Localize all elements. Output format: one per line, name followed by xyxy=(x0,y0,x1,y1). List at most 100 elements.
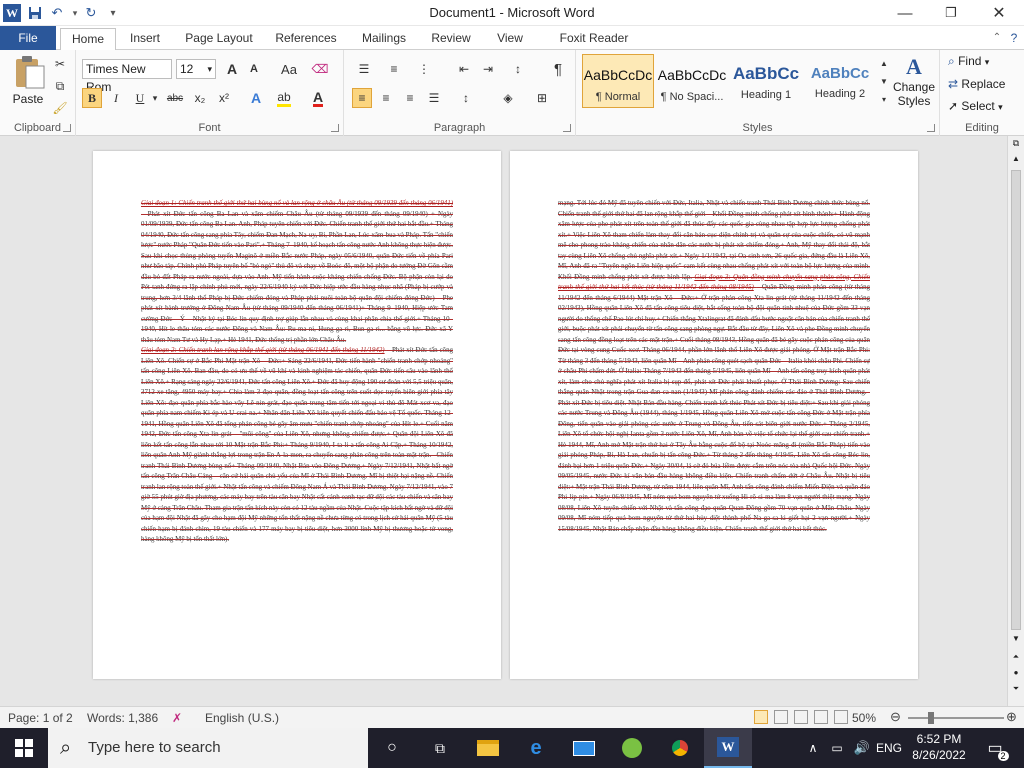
styles-scroll-up-icon[interactable]: ▲ xyxy=(878,54,890,72)
tab-references[interactable]: References xyxy=(270,28,342,50)
bullets-icon[interactable]: ☰ xyxy=(354,59,374,79)
text-effects-icon[interactable]: A xyxy=(246,88,266,108)
document-page-1[interactable]: Giai đoạn 1: Chiến tranh thế giới thứ ha… xyxy=(93,151,501,679)
volume-icon[interactable]: 🔊 xyxy=(850,728,874,768)
word-app-icon[interactable]: W xyxy=(3,4,21,22)
copy-icon[interactable]: ⧉ xyxy=(50,76,70,96)
full-screen-reading-view-icon[interactable] xyxy=(774,710,788,724)
restore-button[interactable]: ❐ xyxy=(928,0,974,26)
bold-button[interactable]: B xyxy=(82,88,102,108)
style-normal[interactable]: AaBbCcDc ¶ Normal xyxy=(582,54,654,108)
tab-foxit-reader-pdf[interactable]: Foxit Reader PDF xyxy=(546,28,642,65)
font-launcher-icon[interactable] xyxy=(331,124,339,132)
numbering-icon[interactable]: ≡ xyxy=(384,59,404,79)
undo-icon[interactable]: ↶ xyxy=(48,4,66,22)
strikethrough-button[interactable]: abc xyxy=(164,88,186,108)
file-explorer-icon[interactable] xyxy=(464,728,512,768)
shading-icon[interactable]: ◈ xyxy=(498,88,518,108)
zoom-slider-thumb[interactable] xyxy=(928,712,934,724)
page-1-paragraph-2[interactable]: Giai đoạn 2: Chiến tranh lan rộng khắp t… xyxy=(141,346,453,546)
edge-browser-icon[interactable]: e xyxy=(512,728,560,768)
page-2-text-1[interactable]: mạng. Tới lúc đó Mỹ đã tuyên chiến với Đ… xyxy=(558,200,870,281)
format-painter-icon[interactable]: 🖌 xyxy=(50,98,70,118)
network-icon[interactable]: ▭ xyxy=(826,728,848,768)
styles-scroll-down-icon[interactable]: ▼ xyxy=(878,72,890,90)
print-layout-view-icon[interactable] xyxy=(754,710,768,724)
page-1-heading-2[interactable]: Giai đoạn 2: Chiến tranh lan rộng khắp t… xyxy=(141,347,385,354)
zoom-in-icon[interactable]: ⊕ xyxy=(1006,709,1017,725)
font-name-combo[interactable]: Times New Rom xyxy=(82,59,172,94)
font-size-combo[interactable]: 12 ▾ xyxy=(176,59,216,79)
line-spacing-icon[interactable]: ↕ xyxy=(456,88,476,108)
styles-more-icon[interactable]: ▾ xyxy=(878,90,890,108)
page-1-text-1[interactable]: – Phát xít Đức tấn công Ba Lan và xâm ch… xyxy=(141,211,453,344)
minimize-ribbon-icon[interactable]: ⌃ xyxy=(990,28,1004,50)
page-1-paragraph-1[interactable]: Giai đoạn 1: Chiến tranh thế giới thứ ha… xyxy=(141,199,453,346)
shrink-font-button[interactable]: A xyxy=(244,59,264,79)
page-2-text-2[interactable]: – Quân Đồng minh phản công (từ tháng 11/… xyxy=(558,284,870,533)
clipboard-launcher-icon[interactable] xyxy=(63,124,71,132)
previous-page-icon[interactable]: ⏶ xyxy=(1011,652,1021,662)
start-button[interactable] xyxy=(0,728,48,768)
page-2-paragraph-1[interactable]: mạng. Tới lúc đó Mỹ đã tuyên chiến với Đ… xyxy=(558,199,870,535)
select-button[interactable]: ➚ Select ▾ xyxy=(948,99,1003,117)
underline-button[interactable]: U xyxy=(130,88,150,108)
word-taskbar-icon[interactable]: W xyxy=(704,728,752,768)
task-view-icon[interactable]: ⧉ xyxy=(416,728,464,768)
align-left-icon[interactable]: ≡ xyxy=(352,88,372,108)
redo-icon[interactable]: ↻ xyxy=(82,4,100,22)
web-layout-view-icon[interactable] xyxy=(794,710,808,724)
find-button[interactable]: ⌕ Find ▾ xyxy=(948,54,989,72)
superscript-button[interactable]: x² xyxy=(214,88,234,108)
clock[interactable]: 6:52 PM 8/26/2022 xyxy=(906,731,972,765)
select-browse-object-icon[interactable]: ● xyxy=(1011,668,1021,678)
justify-icon[interactable]: ☰ xyxy=(424,88,444,108)
green-app-icon[interactable] xyxy=(608,728,656,768)
input-language[interactable]: ENG xyxy=(874,728,904,768)
draft-view-icon[interactable] xyxy=(834,710,848,724)
tab-page-layout[interactable]: Page Layout xyxy=(180,28,258,50)
outline-view-icon[interactable] xyxy=(814,710,828,724)
decrease-indent-icon[interactable]: ⇤ xyxy=(454,59,474,79)
underline-dropdown-icon[interactable]: ▾ xyxy=(150,88,160,108)
subscript-button[interactable]: x₂ xyxy=(190,88,210,108)
scroll-up-icon[interactable]: ▲ xyxy=(1011,154,1021,164)
page-1-heading-1[interactable]: Giai đoạn 1: Chiến tranh thế giới thứ ha… xyxy=(141,200,453,207)
zoom-out-icon[interactable]: ⊖ xyxy=(890,709,901,725)
zoom-slider[interactable] xyxy=(908,712,1004,724)
grow-font-button[interactable]: A xyxy=(222,59,242,79)
tab-file[interactable]: File xyxy=(0,26,56,50)
page-2-text[interactable]: mạng. Tới lúc đó Mỹ đã tuyên chiến với Đ… xyxy=(558,199,870,629)
sort-icon[interactable]: ↕ xyxy=(508,59,528,79)
customize-quick-access-icon[interactable]: ▾ xyxy=(104,4,122,22)
align-right-icon[interactable]: ≡ xyxy=(400,88,420,108)
replace-button[interactable]: ⇄ Replace xyxy=(948,77,1005,95)
chrome-icon[interactable] xyxy=(656,728,704,768)
page-count[interactable]: Page: 1 of 2 xyxy=(8,711,73,725)
document-area[interactable]: Giai đoạn 1: Chiến tranh thế giới thứ ha… xyxy=(0,136,1024,706)
scroll-down-icon[interactable]: ▼ xyxy=(1011,634,1021,644)
change-styles-button[interactable]: A Change Styles xyxy=(890,54,938,116)
tab-view[interactable]: View xyxy=(488,28,532,50)
tab-mailings[interactable]: Mailings xyxy=(354,28,414,50)
document-page-2[interactable]: mạng. Tới lúc đó Mỹ đã tuyên chiến với Đ… xyxy=(510,151,918,679)
cortana-icon[interactable]: ○ xyxy=(368,728,416,768)
vertical-scrollbar[interactable]: ⧉ ▲ ▼ ⏶ ● ⏷ xyxy=(1007,136,1024,706)
next-page-icon[interactable]: ⏷ xyxy=(1011,684,1021,694)
taskbar-search-box[interactable]: ⌕ Type here to search xyxy=(48,728,368,768)
borders-icon[interactable]: ⊞ xyxy=(532,88,552,108)
style-heading-1[interactable]: AaBbCc Heading 1 xyxy=(730,54,802,108)
ruler-toggle-icon[interactable]: ⧉ xyxy=(1010,138,1022,150)
zoom-level[interactable]: 50% xyxy=(852,711,876,725)
page-1-text[interactable]: Giai đoạn 1: Chiến tranh thế giới thứ ha… xyxy=(141,199,453,629)
change-case-button[interactable]: Aa xyxy=(276,59,302,79)
minimize-button[interactable]: — xyxy=(882,0,928,26)
tab-review[interactable]: Review xyxy=(426,28,476,50)
clear-formatting-icon[interactable]: ⌫ xyxy=(310,59,330,79)
style-no-spacing[interactable]: AaBbCcDc ¶ No Spaci... xyxy=(656,54,728,108)
paragraph-launcher-icon[interactable] xyxy=(563,124,571,132)
cut-icon[interactable]: ✂ xyxy=(50,54,70,74)
styles-launcher-icon[interactable] xyxy=(927,124,935,132)
help-icon[interactable]: ? xyxy=(1006,28,1022,50)
show-hide-formatting-icon[interactable]: ¶ xyxy=(548,59,568,79)
